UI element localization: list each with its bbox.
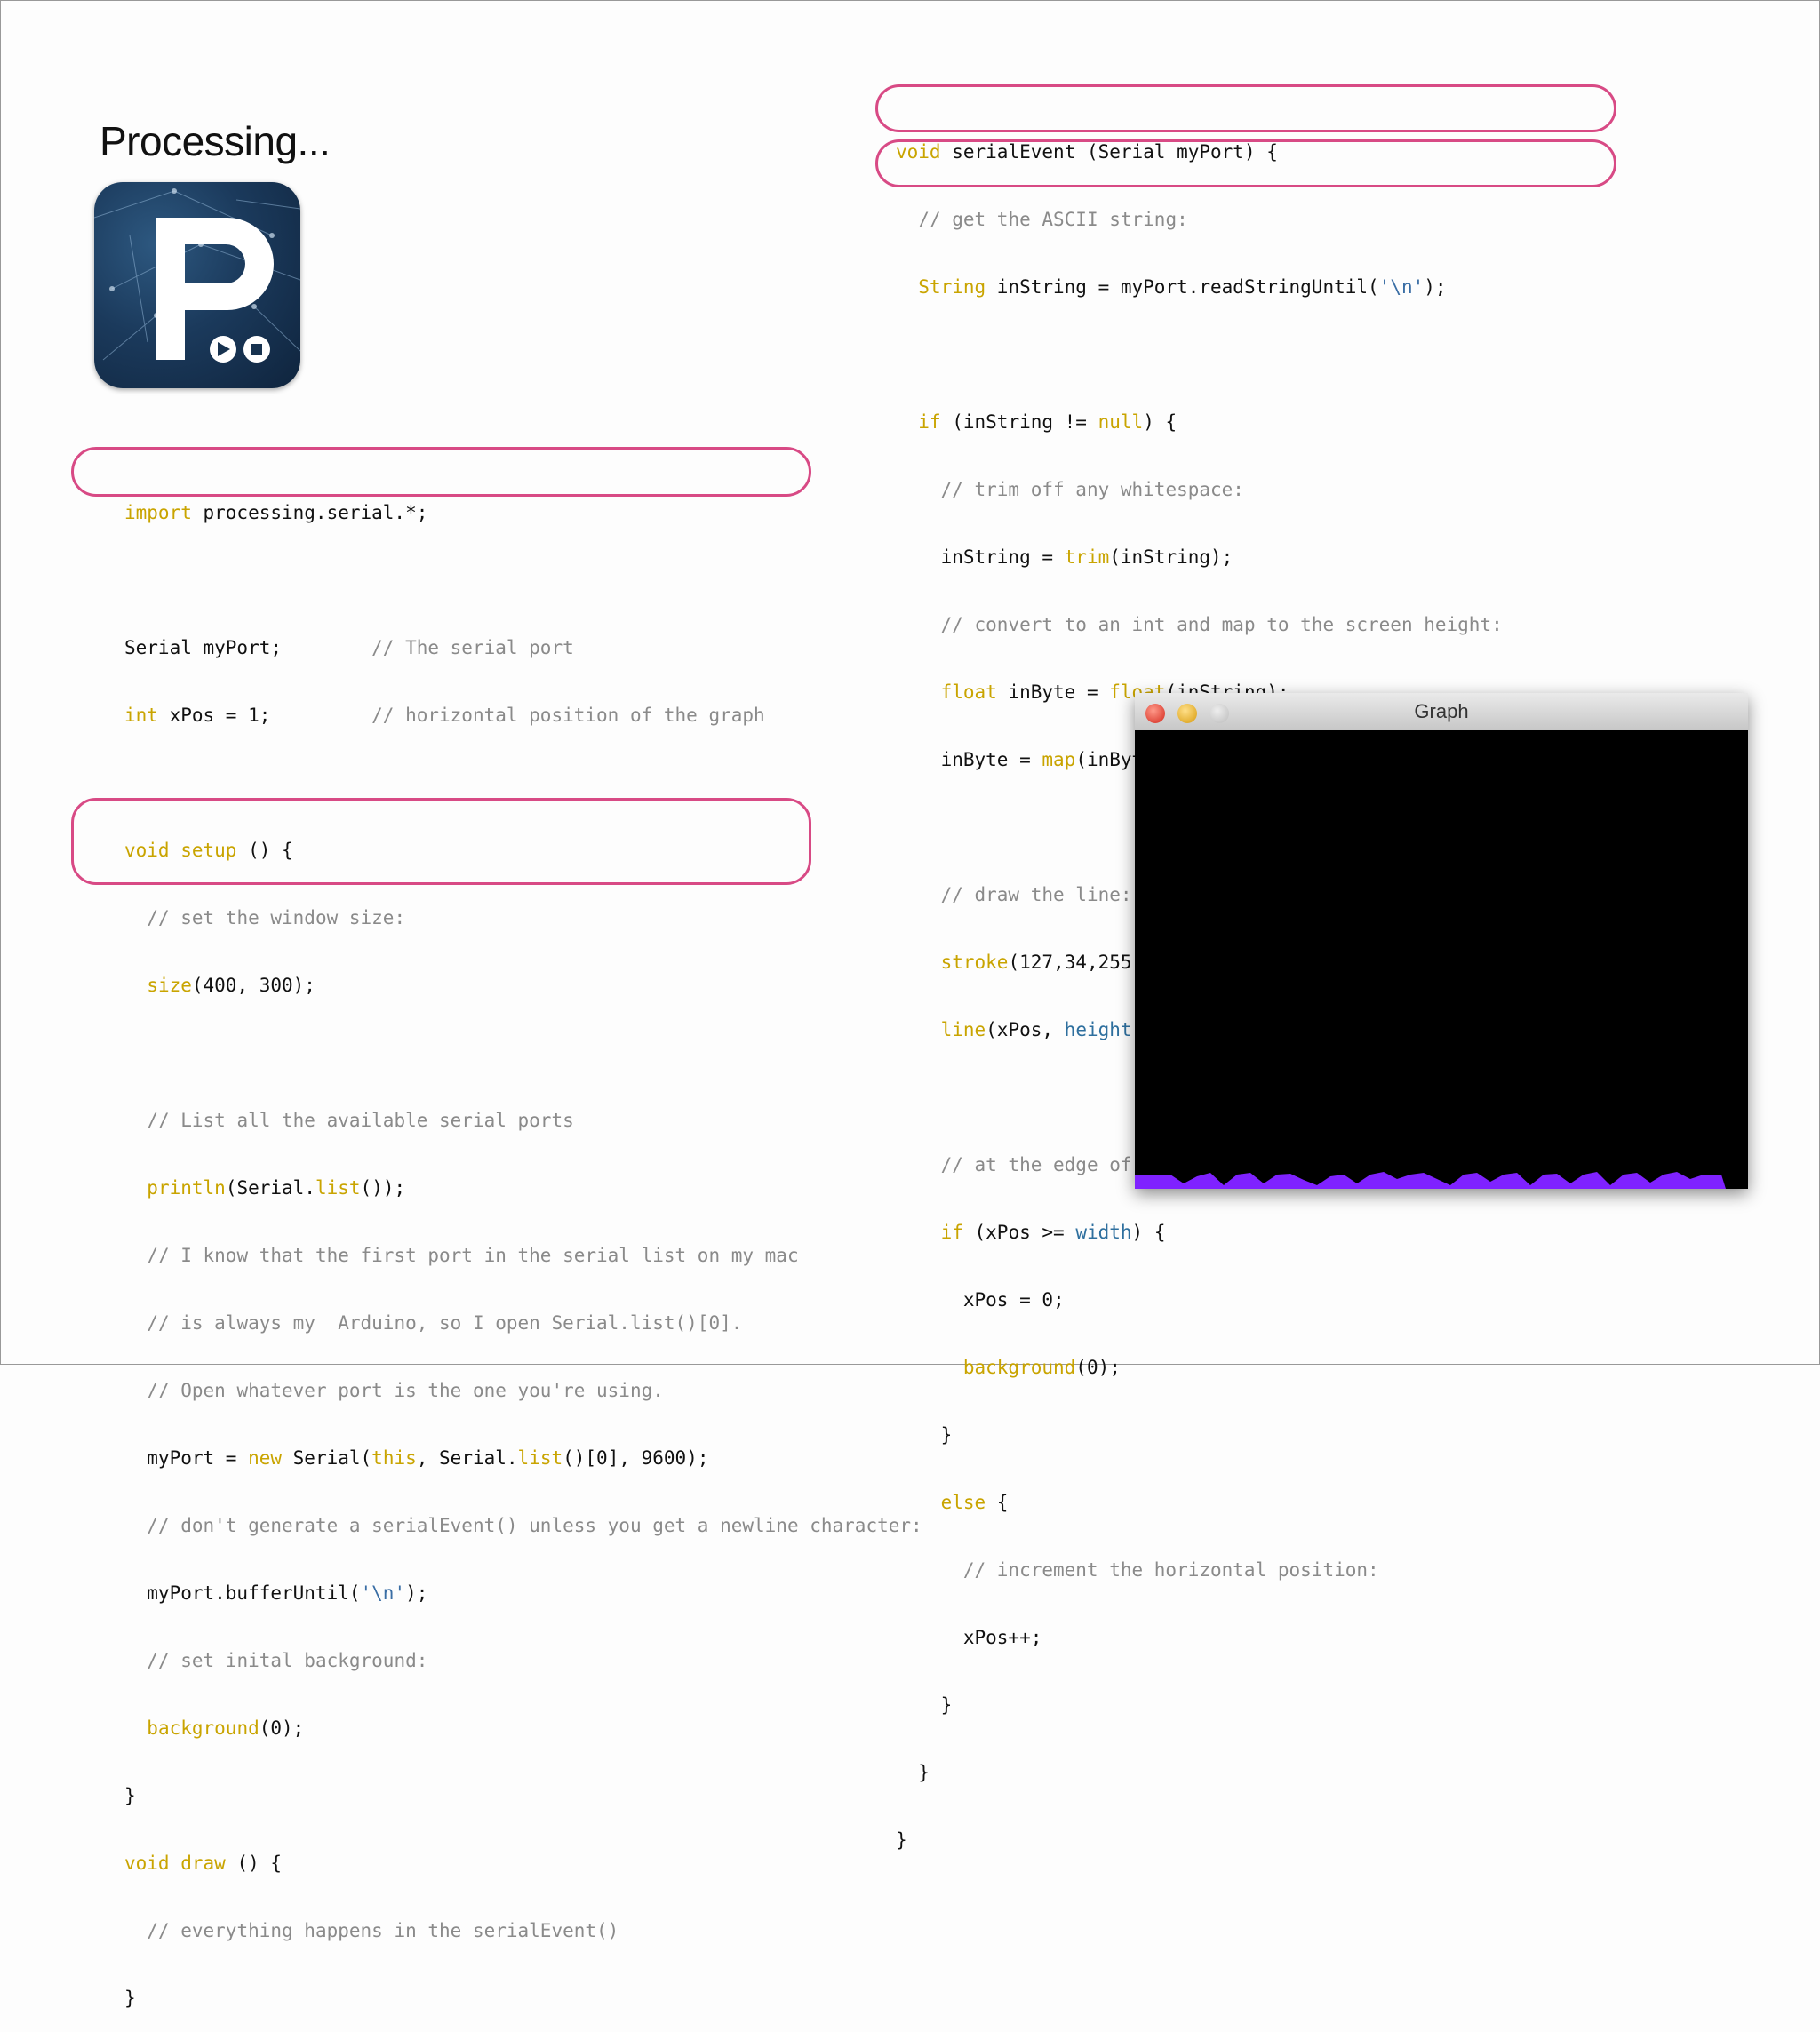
code-line: Serial myPort; // The serial port xyxy=(124,637,574,658)
code-line: // trim off any whitespace: xyxy=(940,479,1244,500)
code-line: // List all the available serial ports xyxy=(147,1110,574,1131)
code-line: // I know that the first port in the ser… xyxy=(147,1245,799,1266)
code-line: // increment the horizontal position: xyxy=(962,1559,1379,1581)
code-line: // get the ASCII string: xyxy=(918,209,1188,230)
code-line: } xyxy=(124,1785,136,1806)
code-line: // is always my Arduino, so I open Seria… xyxy=(147,1312,743,1334)
code-line: int xPos = 1; // horizontal position of … xyxy=(124,705,765,726)
code-line: } xyxy=(896,1424,953,1446)
code-line: if (inString != null) { xyxy=(918,411,1177,433)
slide-title: Processing... xyxy=(100,118,331,164)
graph-plot xyxy=(1135,1172,1726,1189)
highlight-serial-setup xyxy=(71,798,811,885)
highlight-serialevent xyxy=(875,84,1616,132)
code-line: } xyxy=(896,1762,930,1783)
code-line: // Open whatever port is the one you're … xyxy=(147,1380,664,1401)
window-title: Graph xyxy=(1414,700,1469,722)
graph-canvas xyxy=(1135,730,1748,1189)
code-line: import processing.serial.*; xyxy=(124,502,428,523)
window-titlebar[interactable]: Graph xyxy=(1135,693,1748,731)
code-line: // everything happens in the serialEvent… xyxy=(147,1920,619,1941)
code-line: myPort.bufferUntil('\n'); xyxy=(124,1582,428,1604)
processing-logo xyxy=(94,182,300,388)
code-line: } xyxy=(124,1988,136,2009)
highlight-readstring xyxy=(875,139,1616,187)
code-line: xPos = 0; xyxy=(896,1289,1065,1311)
code-line: } xyxy=(896,1694,953,1716)
code-line: void draw () { xyxy=(124,1853,283,1874)
code-left: import processing.serial.*; Serial myPor… xyxy=(124,458,922,2032)
code-line: else { xyxy=(940,1492,1009,1513)
code-line: xPos++; xyxy=(896,1627,1042,1648)
graph-signal xyxy=(1135,1172,1726,1189)
code-line: inString = trim(inString); xyxy=(896,546,1233,568)
code-line: background(0); xyxy=(962,1357,1121,1378)
code-line: } xyxy=(896,1829,907,1851)
highlight-import xyxy=(71,447,811,497)
code-line: // convert to an int and map to the scre… xyxy=(940,614,1503,635)
code-line: background(0); xyxy=(147,1717,305,1739)
code-line: // set the window size: xyxy=(147,907,406,928)
code-line: if (xPos >= width) { xyxy=(940,1222,1166,1243)
code-line: myPort = new Serial(this, Serial.list()[… xyxy=(124,1447,709,1469)
code-line: println(Serial.list()); xyxy=(147,1177,406,1199)
code-line: // don't generate a serialEvent() unless… xyxy=(147,1515,922,1536)
graph-window: Graph xyxy=(1135,693,1748,1189)
code-line: // set inital background: xyxy=(147,1650,428,1671)
code-line: String inString = myPort.readStringUntil… xyxy=(918,276,1447,298)
code-line: size(400, 300); xyxy=(147,975,315,996)
